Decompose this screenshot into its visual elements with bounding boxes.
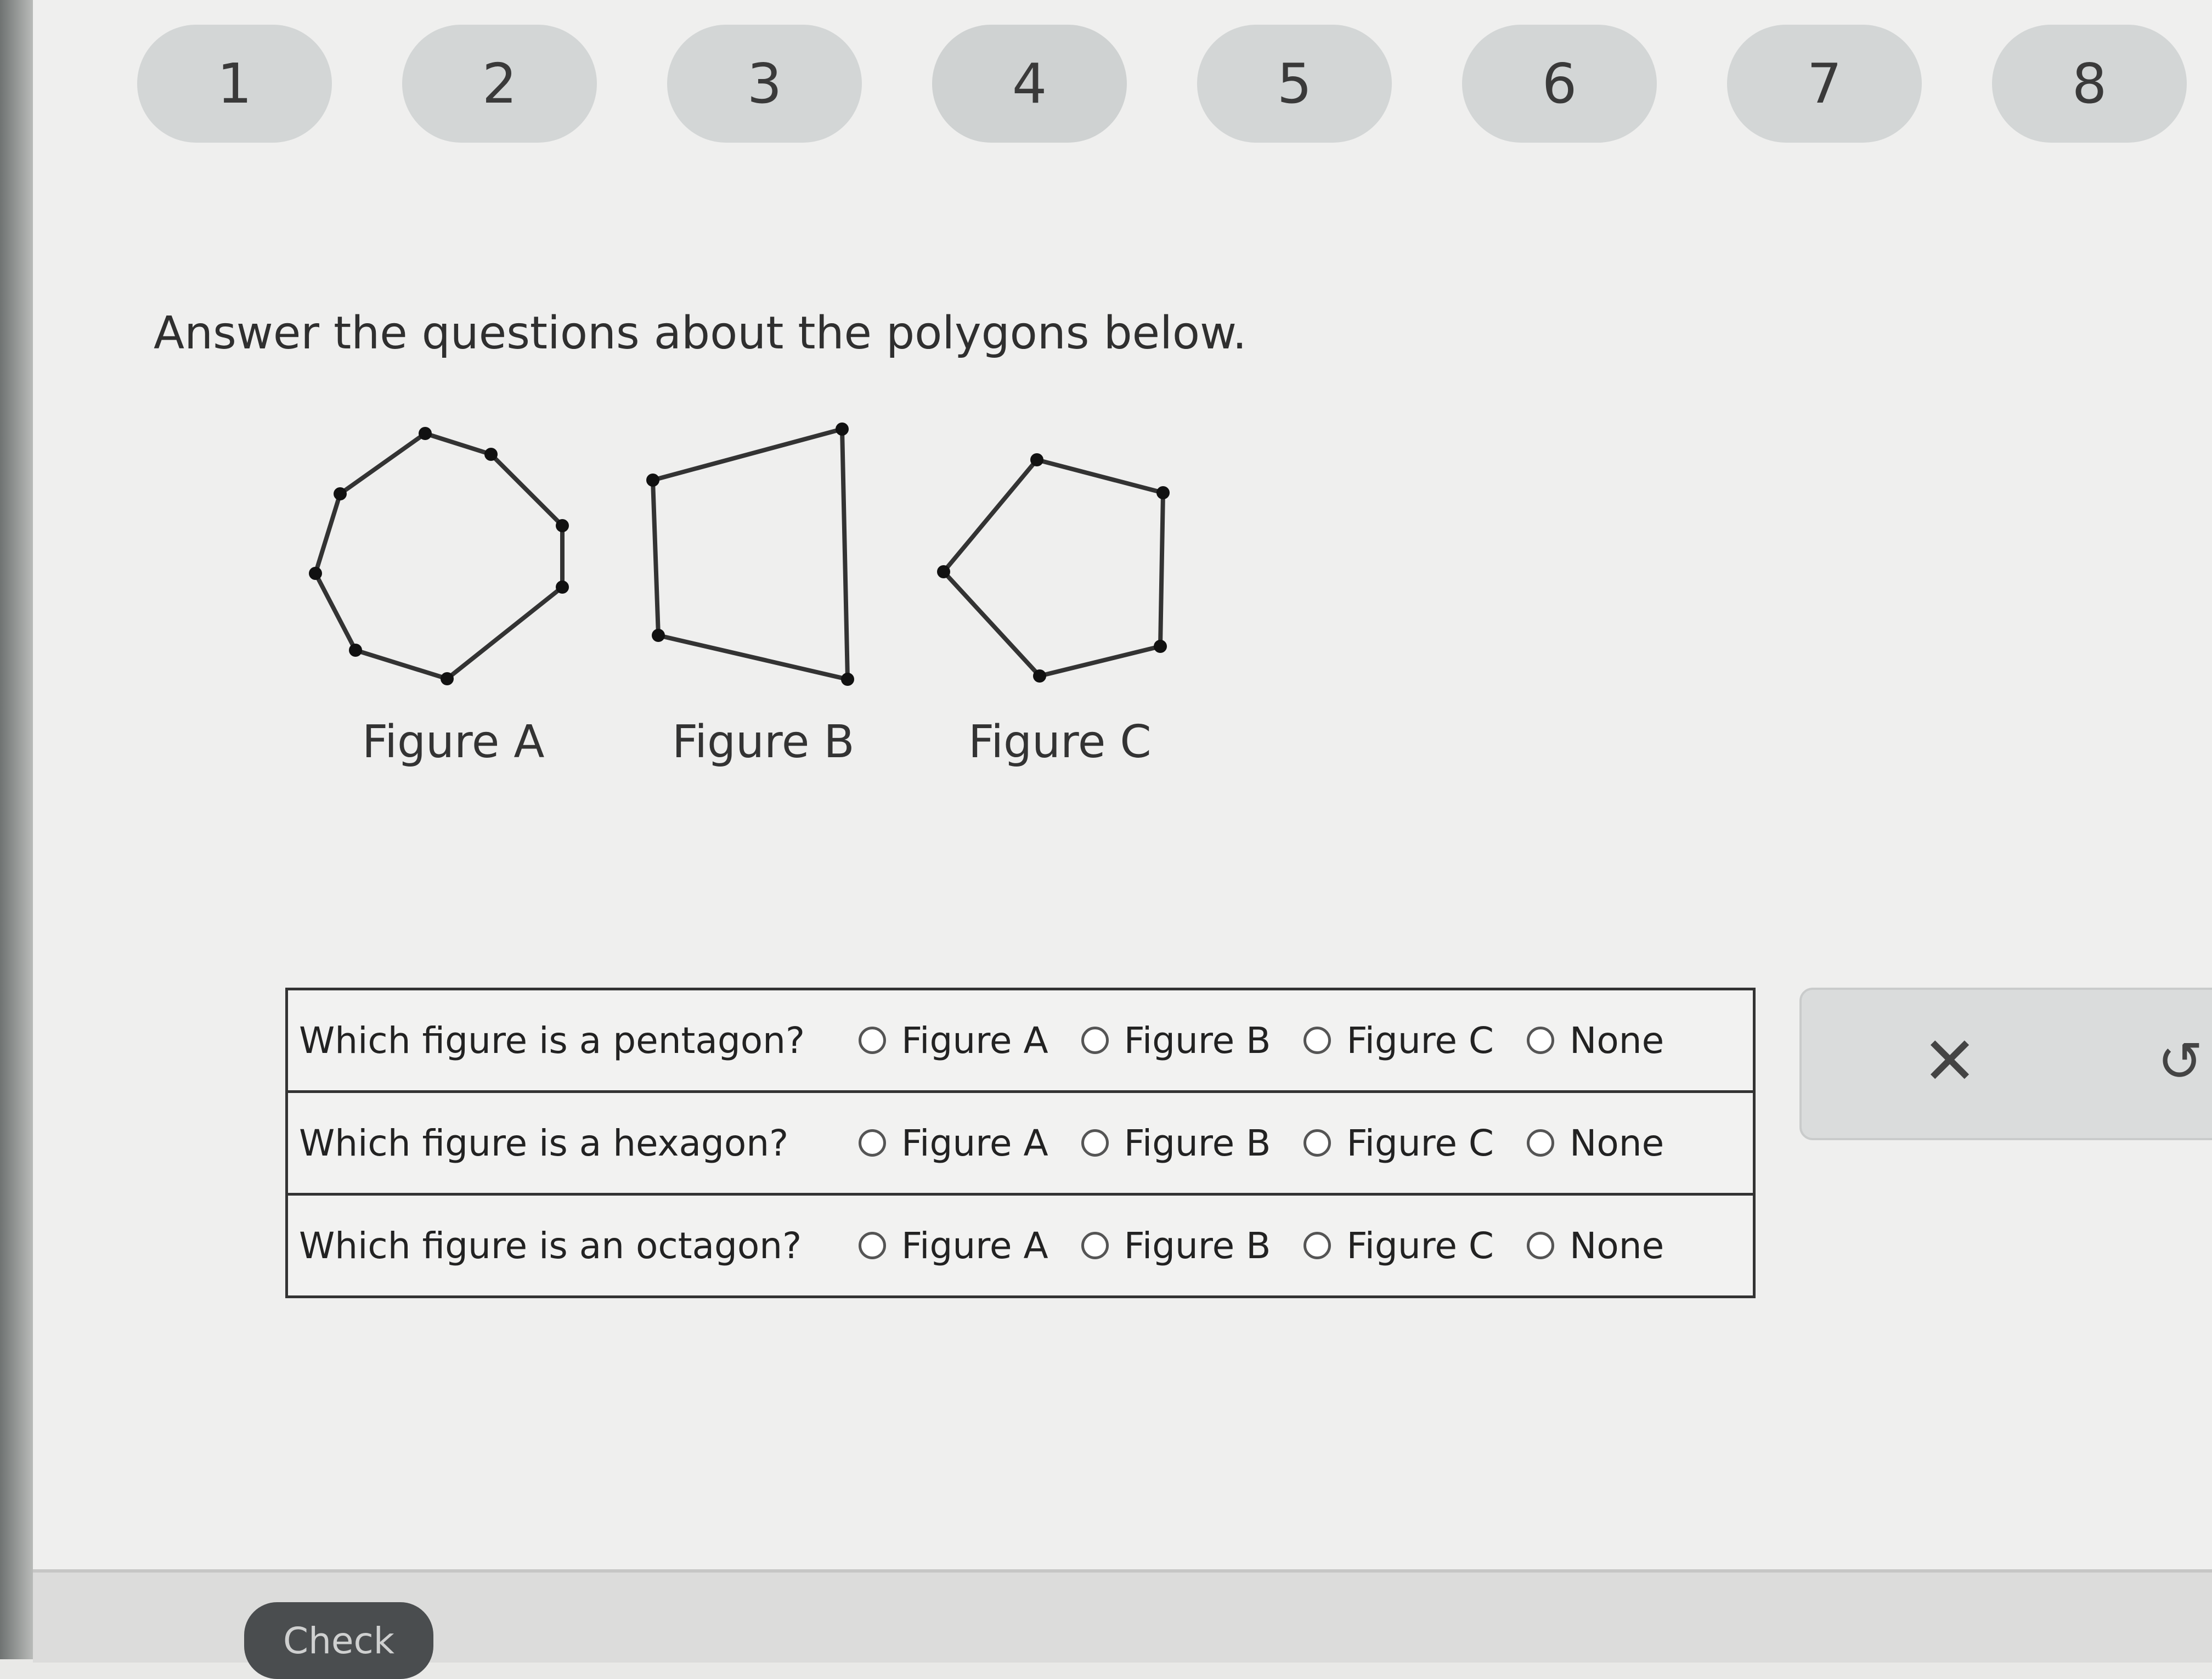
step-6[interactable]: 6 <box>1462 25 1657 143</box>
radio-button[interactable] <box>1081 1232 1109 1259</box>
question-row-hexagon: Which figure is a hexagon? Figure A Figu… <box>288 1093 1753 1196</box>
figure-b-polygon <box>650 426 850 683</box>
option-figure-c[interactable]: Figure C <box>1304 1019 1494 1062</box>
radio-button[interactable] <box>859 1232 886 1259</box>
step-8[interactable]: 8 <box>1992 25 2187 143</box>
radio-button[interactable] <box>1527 1129 1555 1157</box>
option-figure-a[interactable]: Figure A <box>859 1225 1048 1267</box>
polygons-svg <box>309 422 1170 686</box>
option-figure-a[interactable]: Figure A <box>859 1122 1048 1164</box>
option-figure-c[interactable]: Figure C <box>1304 1225 1494 1267</box>
figure-a-vertices <box>309 427 569 685</box>
step-navigation: 1 2 3 4 5 6 7 8 <box>137 25 2187 143</box>
option-none[interactable]: None <box>1527 1019 1664 1062</box>
undo-icon[interactable]: ↺ <box>2142 1023 2212 1100</box>
step-1[interactable]: 1 <box>137 25 332 143</box>
step-5[interactable]: 5 <box>1197 25 1392 143</box>
step-7[interactable]: 7 <box>1727 25 1922 143</box>
radio-button[interactable] <box>1304 1232 1331 1259</box>
question-row-pentagon: Which figure is a pentagon? Figure A Fig… <box>288 990 1753 1093</box>
figure-b-vertices <box>646 422 854 686</box>
step-2[interactable]: 2 <box>402 25 597 143</box>
figure-a-label: Figure A <box>362 716 545 768</box>
radio-button[interactable] <box>859 1129 886 1157</box>
question-text: Which figure is an octagon? <box>299 1224 802 1267</box>
question-row-octagon: Which figure is an octagon? Figure A Fig… <box>288 1196 1753 1295</box>
radio-button[interactable] <box>1081 1129 1109 1157</box>
figure-a-polygon <box>313 431 565 681</box>
question-instruction: Answer the questions about the polygons … <box>154 307 1247 359</box>
answer-table: Which figure is a pentagon? Figure A Fig… <box>285 988 1756 1298</box>
answer-tools-panel: ✕ ↺ <box>1799 988 2212 1140</box>
figure-c-label: Figure C <box>968 716 1152 768</box>
check-button[interactable]: Check <box>244 1602 433 1679</box>
left-edge <box>0 0 33 1659</box>
radio-button[interactable] <box>1527 1232 1555 1259</box>
radio-button[interactable] <box>1304 1027 1331 1054</box>
figure-b-label: Figure B <box>672 716 855 768</box>
figure-c-vertices <box>937 453 1170 683</box>
option-figure-b[interactable]: Figure B <box>1081 1019 1271 1062</box>
radio-button[interactable] <box>1304 1129 1331 1157</box>
question-text: Which figure is a pentagon? <box>299 1019 805 1062</box>
radio-button[interactable] <box>859 1027 886 1054</box>
polygon-figures: Figure A Figure B Figure C <box>285 406 1218 790</box>
option-none[interactable]: None <box>1527 1122 1664 1164</box>
radio-button[interactable] <box>1081 1027 1109 1054</box>
step-4[interactable]: 4 <box>932 25 1127 143</box>
figure-c-polygon <box>940 457 1166 679</box>
option-figure-b[interactable]: Figure B <box>1081 1122 1271 1164</box>
option-figure-c[interactable]: Figure C <box>1304 1122 1494 1164</box>
option-none[interactable]: None <box>1527 1225 1664 1267</box>
close-icon[interactable]: ✕ <box>1911 1023 1988 1100</box>
option-figure-b[interactable]: Figure B <box>1081 1225 1271 1267</box>
question-text: Which figure is a hexagon? <box>299 1122 789 1164</box>
step-3[interactable]: 3 <box>667 25 862 143</box>
option-figure-a[interactable]: Figure A <box>859 1019 1048 1062</box>
radio-button[interactable] <box>1527 1027 1555 1054</box>
